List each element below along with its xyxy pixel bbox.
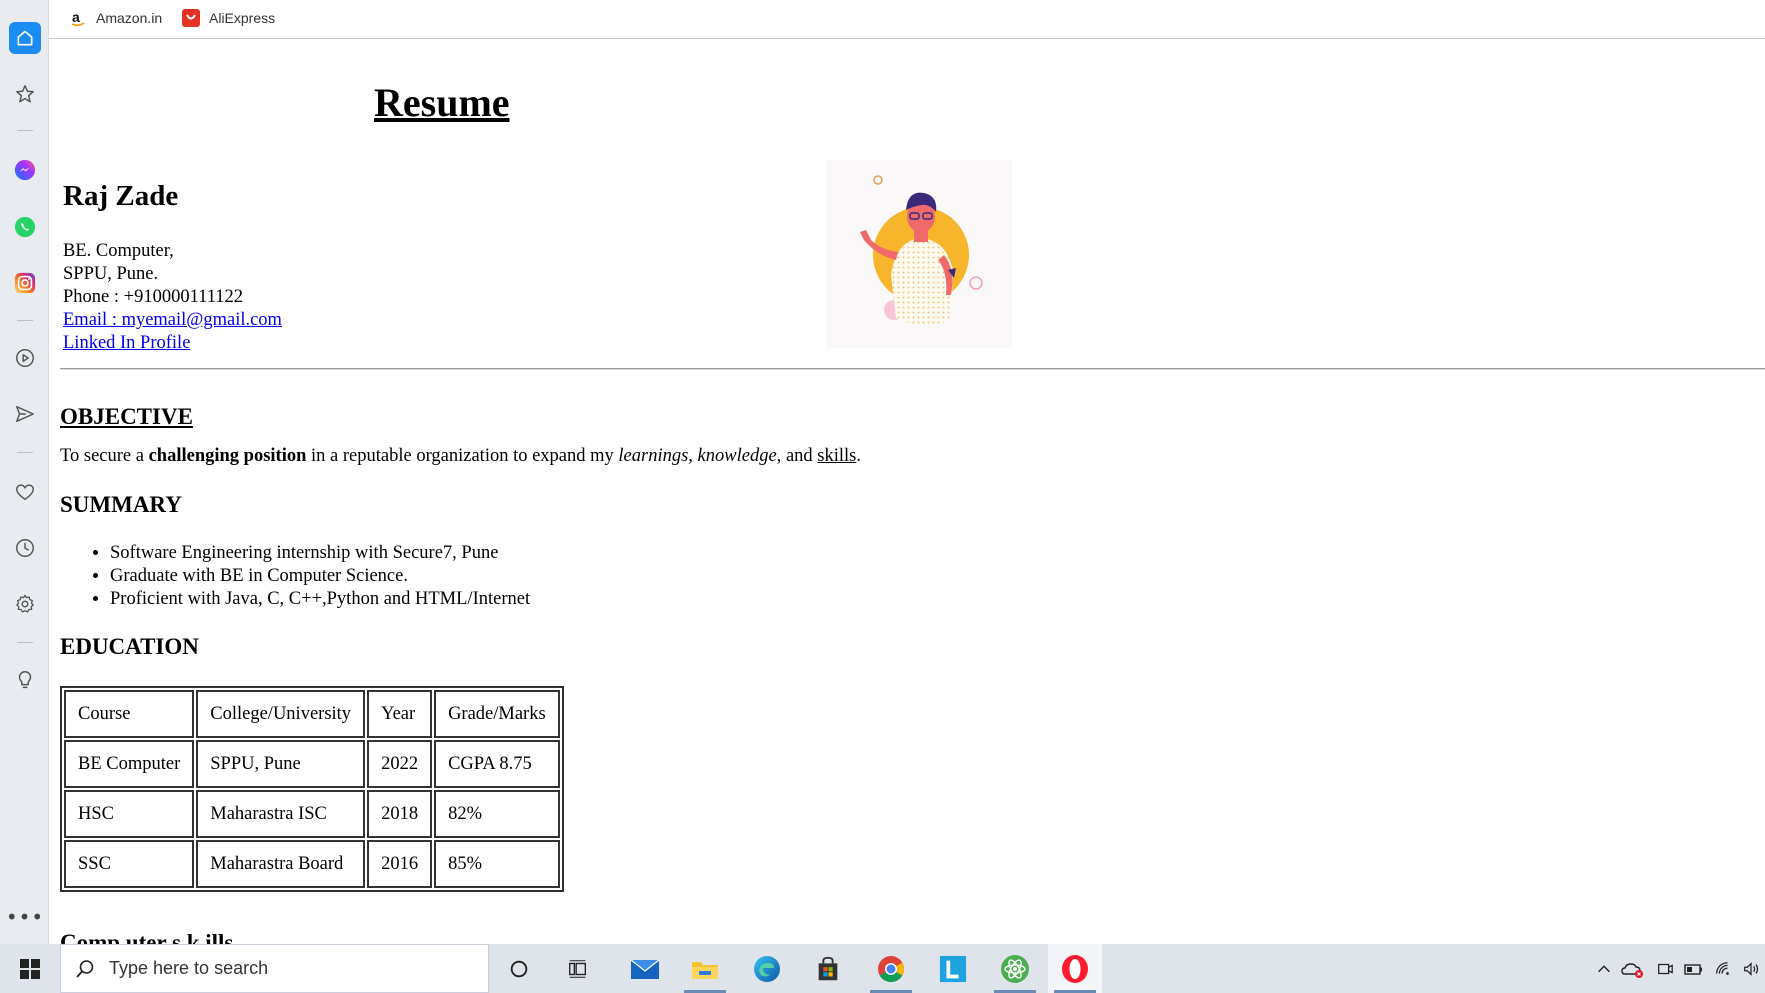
table-cell: SSC xyxy=(64,840,195,888)
star-icon[interactable] xyxy=(12,81,38,107)
table-row: HSC Maharastra ISC 2018 82% xyxy=(64,790,560,838)
battery-icon[interactable] xyxy=(1680,944,1706,993)
education-heading: EDUCATION xyxy=(60,634,199,659)
page-title: Resume xyxy=(374,80,510,125)
settings-icon[interactable] xyxy=(12,591,38,617)
profile-illustration xyxy=(826,160,1012,348)
bookmark-label: AliExpress xyxy=(209,10,276,26)
table-cell: BE Computer xyxy=(64,740,195,788)
computer-skills-heading: Comp uter s k ills xyxy=(60,930,234,944)
taskbar-search-box[interactable]: Type here to search xyxy=(60,944,489,993)
meet-now-icon[interactable] xyxy=(1652,944,1678,993)
sidebar-divider xyxy=(17,130,33,131)
table-cell: 2022 xyxy=(367,740,433,788)
messenger-icon[interactable] xyxy=(12,157,38,183)
table-header-row: Course College/University Year Grade/Mar… xyxy=(64,690,560,738)
table-cell: 2016 xyxy=(367,840,433,888)
more-icon[interactable]: ••• xyxy=(6,904,43,930)
heart-icon[interactable] xyxy=(12,479,38,505)
sidebar-divider xyxy=(17,452,33,453)
table-cell: Maharastra Board xyxy=(196,840,366,888)
mail-icon[interactable] xyxy=(618,944,672,993)
chevron-up-icon[interactable] xyxy=(1591,944,1617,993)
history-icon[interactable] xyxy=(12,535,38,561)
email-link[interactable]: Email : myemail@gmail.com xyxy=(63,310,282,330)
table-row: SSC Maharastra Board 2016 85% xyxy=(64,840,560,888)
lightbulb-icon[interactable] xyxy=(12,667,38,693)
table-header: Grade/Marks xyxy=(434,690,560,738)
bookmark-label: Amazon.in xyxy=(96,10,163,26)
table-cell: SPPU, Pune xyxy=(196,740,366,788)
volume-icon[interactable] xyxy=(1738,944,1764,993)
contact-block: BE. Computer, SPPU, Pune. Phone : +91000… xyxy=(63,240,282,355)
windows-start-button[interactable] xyxy=(0,944,60,993)
send-icon[interactable] xyxy=(12,401,38,427)
degree-text: BE. Computer, xyxy=(63,241,174,261)
table-header: Course xyxy=(64,690,195,738)
store-icon[interactable] xyxy=(801,944,855,993)
section-divider xyxy=(60,368,1765,370)
list-item: Graduate with BE in Computer Science. xyxy=(110,565,530,588)
candidate-name: Raj Zade xyxy=(63,180,179,212)
education-table: Course College/University Year Grade/Mar… xyxy=(60,686,564,892)
play-icon[interactable] xyxy=(12,345,38,371)
instagram-icon[interactable] xyxy=(12,270,38,296)
windows-icon xyxy=(20,958,40,979)
table-cell: 2018 xyxy=(367,790,433,838)
objective-heading: OBJECTIVE xyxy=(60,404,193,429)
l-app-icon[interactable] xyxy=(926,944,980,993)
file-explorer-icon[interactable] xyxy=(678,944,732,993)
atom-icon[interactable] xyxy=(988,944,1042,993)
wifi-icon[interactable] xyxy=(1710,944,1736,993)
aliexpress-icon xyxy=(182,9,200,27)
resume-page: Resume Raj Zade BE. Computer, SPPU, Pune… xyxy=(49,40,1765,944)
table-cell: Maharastra ISC xyxy=(196,790,366,838)
objective-text: To secure a challenging position in a re… xyxy=(60,446,861,466)
onedrive-icon[interactable] xyxy=(1620,944,1646,993)
chrome-icon[interactable] xyxy=(864,944,918,993)
search-placeholder: Type here to search xyxy=(109,958,269,978)
list-item: Software Engineering internship with Sec… xyxy=(110,542,530,565)
svg-text:a: a xyxy=(72,9,80,25)
bookmark-amazon[interactable]: a Amazon.in xyxy=(69,8,162,28)
table-header: College/University xyxy=(196,690,366,738)
task-view-icon[interactable] xyxy=(551,944,605,993)
sidebar-divider xyxy=(17,642,33,643)
opera-sidebar: ••• xyxy=(0,0,49,944)
university-text: SPPU, Pune. xyxy=(63,264,159,284)
table-row: BE Computer SPPU, Pune 2022 CGPA 8.75 xyxy=(64,740,560,788)
table-cell: 82% xyxy=(434,790,560,838)
table-header: Year xyxy=(367,690,433,738)
whatsapp-icon[interactable] xyxy=(12,214,38,240)
opera-icon[interactable] xyxy=(1048,944,1102,993)
linkedin-link[interactable]: Linked In Profile xyxy=(63,333,190,353)
windows-taskbar: Type here to search xyxy=(0,944,1765,993)
search-icon xyxy=(76,959,94,978)
bookmark-aliexpress[interactable]: AliExpress xyxy=(182,8,275,28)
summary-list: Software Engineering internship with Sec… xyxy=(110,542,530,611)
sidebar-divider xyxy=(17,320,33,321)
summary-heading: SUMMARY xyxy=(60,492,182,517)
home-icon[interactable] xyxy=(9,22,41,54)
table-cell: CGPA 8.75 xyxy=(434,740,560,788)
bookmarks-bar: a Amazon.in AliExpress xyxy=(49,0,1765,39)
cortana-icon[interactable] xyxy=(492,944,546,993)
table-cell: 85% xyxy=(434,840,560,888)
list-item: Proficient with Java, C, C++,Python and … xyxy=(110,588,530,611)
phone-text: Phone : +910000111122 xyxy=(63,287,244,307)
table-cell: HSC xyxy=(64,790,195,838)
edge-icon[interactable] xyxy=(740,944,794,993)
amazon-icon: a xyxy=(69,9,87,27)
